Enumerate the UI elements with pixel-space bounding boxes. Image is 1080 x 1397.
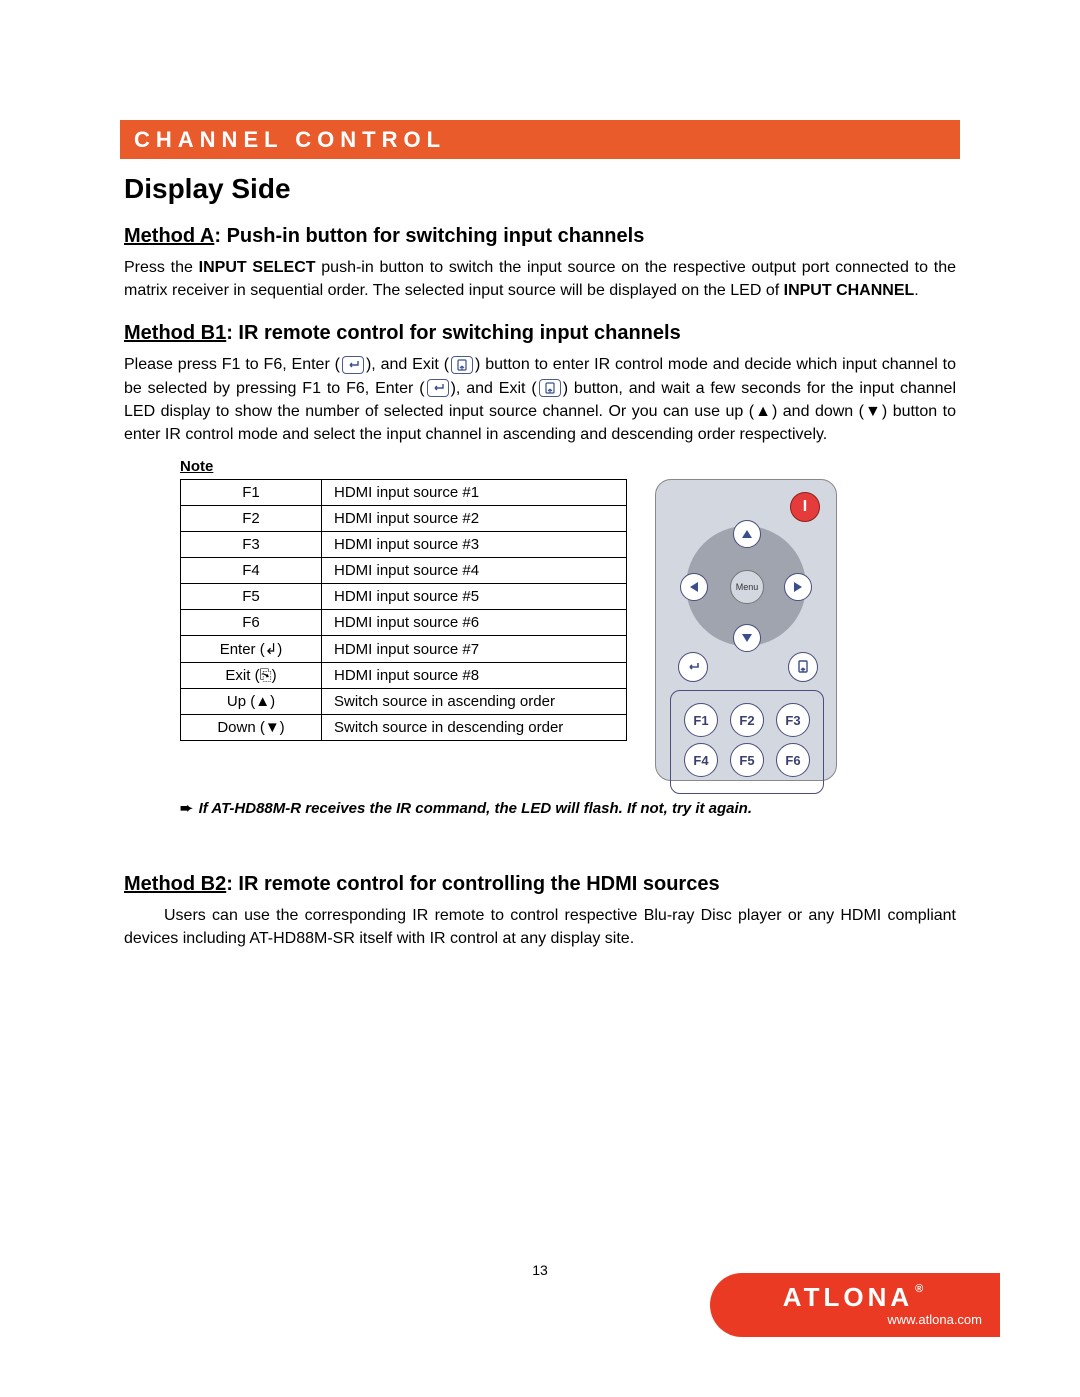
enter-icon: [342, 356, 364, 374]
table-value: HDMI input source #7: [322, 636, 627, 663]
table-row: Up (▲)Switch source in ascending order: [181, 689, 627, 715]
arrow-icon: ➨: [180, 800, 193, 817]
table-row: Exit (⎘)HDMI input source #8: [181, 663, 627, 689]
table-row: Down (▼)Switch source in descending orde…: [181, 715, 627, 741]
text: ), and Exit (: [366, 356, 449, 373]
table-value: HDMI input source #5: [322, 584, 627, 610]
right-button-icon: [784, 573, 812, 601]
method-a-label: Method A: [124, 225, 214, 247]
method-b2-title: : IR remote control for controlling the …: [226, 873, 719, 895]
exit-button-icon: [788, 652, 818, 682]
f5-button: F5: [730, 743, 764, 777]
method-b1-title: : IR remote control for switching input …: [226, 322, 680, 344]
section-banner: CHANNEL CONTROL: [120, 120, 960, 159]
method-a-heading: Method A: Push-in button for switching i…: [124, 225, 960, 248]
table-key: Exit (⎘): [181, 663, 322, 689]
page-title: Display Side: [124, 173, 960, 205]
table-value: HDMI input source #4: [322, 558, 627, 584]
input-mapping-table: F1HDMI input source #1F2HDMI input sourc…: [180, 479, 627, 741]
table-key: Down (▼): [181, 715, 322, 741]
f3-button: F3: [776, 703, 810, 737]
method-b1-text: Please press F1 to F6, Enter ( ), and Exi…: [124, 353, 956, 446]
table-key: Enter (↲): [181, 636, 322, 663]
method-a-title: : Push-in button for switching input cha…: [214, 225, 644, 247]
table-value: HDMI input source #6: [322, 610, 627, 636]
table-value: Switch source in ascending order: [322, 689, 627, 715]
menu-button: Menu: [730, 570, 764, 604]
up-button-icon: [733, 520, 761, 548]
tip-note: ➨ If AT-HD88M-R receives the IR command, …: [180, 799, 960, 817]
enter-button-icon: [678, 652, 708, 682]
brand-url: www.atlona.com: [887, 1312, 982, 1327]
enter-icon: [427, 379, 449, 397]
table-row: F3HDMI input source #3: [181, 532, 627, 558]
text: Please press F1 to F6, Enter (: [124, 356, 340, 373]
table-row: F5HDMI input source #5: [181, 584, 627, 610]
method-b2-heading: Method B2: IR remote control for control…: [124, 873, 960, 896]
table-key: F4: [181, 558, 322, 584]
table-value: HDMI input source #8: [322, 663, 627, 689]
down-button-icon: [733, 624, 761, 652]
table-key: F3: [181, 532, 322, 558]
table-value: HDMI input source #2: [322, 506, 627, 532]
brand-name-text: ATLONA: [783, 1282, 913, 1312]
table-key: F1: [181, 480, 322, 506]
text: ), and Exit (: [451, 380, 537, 397]
table-key: F2: [181, 506, 322, 532]
dpad: Menu: [686, 526, 806, 646]
table-row: F2HDMI input source #2: [181, 506, 627, 532]
table-key: Up (▲): [181, 689, 322, 715]
table-value: HDMI input source #1: [322, 480, 627, 506]
method-a-text: Press the INPUT SELECT push-in button to…: [124, 256, 956, 302]
brand-badge: ATLONA® www.atlona.com: [710, 1273, 1000, 1337]
table-value: HDMI input source #3: [322, 532, 627, 558]
table-row: F1HDMI input source #1: [181, 480, 627, 506]
method-b2-text: Users can use the corresponding IR remot…: [124, 904, 956, 950]
f4-button: F4: [684, 743, 718, 777]
registered-icon: ®: [915, 1283, 927, 1295]
table-row: F4HDMI input source #4: [181, 558, 627, 584]
table-row: Enter (↲)HDMI input source #7: [181, 636, 627, 663]
f6-button: F6: [776, 743, 810, 777]
f1-button: F1: [684, 703, 718, 737]
method-b2-label: Method B2: [124, 873, 226, 895]
table-row: F6HDMI input source #6: [181, 610, 627, 636]
note-label: Note: [180, 458, 960, 475]
method-b1-label: Method B1: [124, 322, 226, 344]
text: .: [914, 282, 918, 299]
table-value: Switch source in descending order: [322, 715, 627, 741]
table-key: F5: [181, 584, 322, 610]
ir-remote-diagram: I Menu F1 F2 F3 F4 F5: [655, 479, 837, 781]
exit-icon: [539, 379, 561, 397]
bold-input-select: INPUT SELECT: [199, 259, 316, 276]
brand-name: ATLONA®: [783, 1284, 928, 1310]
f2-button: F2: [730, 703, 764, 737]
bold-input-channel: INPUT CHANNEL: [784, 282, 915, 299]
tip-text: If AT-HD88M-R receives the IR command, t…: [199, 800, 752, 817]
power-button-icon: I: [790, 492, 820, 522]
left-button-icon: [680, 573, 708, 601]
text: Press the: [124, 259, 199, 276]
table-key: F6: [181, 610, 322, 636]
exit-icon: [451, 356, 473, 374]
f-key-panel: F1 F2 F3 F4 F5 F6: [670, 690, 824, 794]
method-b1-heading: Method B1: IR remote control for switchi…: [124, 322, 960, 345]
